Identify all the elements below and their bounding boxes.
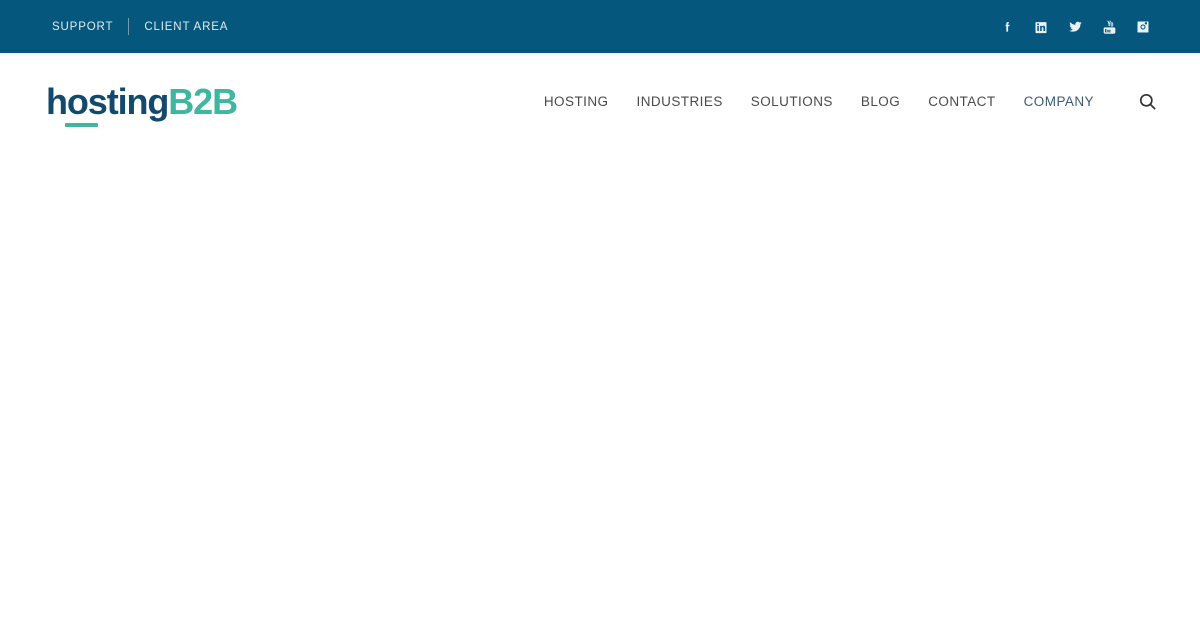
nav-link-contact[interactable]: CONTACT: [928, 94, 995, 109]
site-logo[interactable]: hosting B2B: [46, 80, 238, 127]
instagram-link[interactable]: [1126, 10, 1160, 44]
top-utility-links: SUPPORT CLIENT AREA: [52, 0, 228, 53]
topbar-link-client-area[interactable]: CLIENT AREA: [144, 21, 228, 33]
nav-link-solutions[interactable]: SOLUTIONS: [751, 94, 833, 109]
logo-text-primary: hosting: [46, 80, 169, 122]
twitter-icon: [1068, 19, 1083, 34]
page-content-area: [0, 150, 1200, 634]
facebook-link[interactable]: [990, 10, 1024, 44]
logo-text-accent: B2B: [168, 80, 238, 122]
logo-underline-accent: [65, 122, 98, 127]
linkedin-link[interactable]: [1024, 10, 1058, 44]
linkedin-icon: [1034, 20, 1048, 34]
instagram-icon: [1136, 20, 1150, 34]
social-links: [990, 10, 1160, 44]
nav-item-blog: BLOG: [861, 93, 900, 111]
twitter-link[interactable]: [1058, 10, 1092, 44]
nav-item-company: COMPANY: [1024, 93, 1094, 111]
nav-item-industries: INDUSTRIES: [637, 93, 723, 111]
nav-link-industries[interactable]: INDUSTRIES: [637, 94, 723, 109]
site-header: hosting B2B HOSTING INDUSTRIES SOLUTIONS…: [0, 53, 1200, 150]
search-toggle-button[interactable]: [1134, 89, 1160, 115]
nav-item-solutions: SOLUTIONS: [751, 93, 833, 111]
nav-link-company[interactable]: COMPANY: [1024, 94, 1094, 109]
facebook-icon: [1000, 20, 1014, 34]
topbar-divider: [128, 18, 130, 35]
topbar-link-support[interactable]: SUPPORT: [52, 21, 113, 33]
youtube-link[interactable]: [1092, 10, 1126, 44]
search-icon: [1138, 92, 1157, 111]
top-utility-bar: SUPPORT CLIENT AREA: [0, 0, 1200, 53]
youtube-icon: [1103, 20, 1116, 34]
nav-item-contact: CONTACT: [928, 93, 995, 111]
nav-item-hosting: HOSTING: [544, 93, 609, 111]
nav-link-hosting[interactable]: HOSTING: [544, 94, 609, 109]
nav-link-blog[interactable]: BLOG: [861, 94, 900, 109]
nav-list: HOSTING INDUSTRIES SOLUTIONS BLOG CONTAC…: [530, 93, 1108, 111]
main-navigation: HOSTING INDUSTRIES SOLUTIONS BLOG CONTAC…: [530, 89, 1160, 115]
